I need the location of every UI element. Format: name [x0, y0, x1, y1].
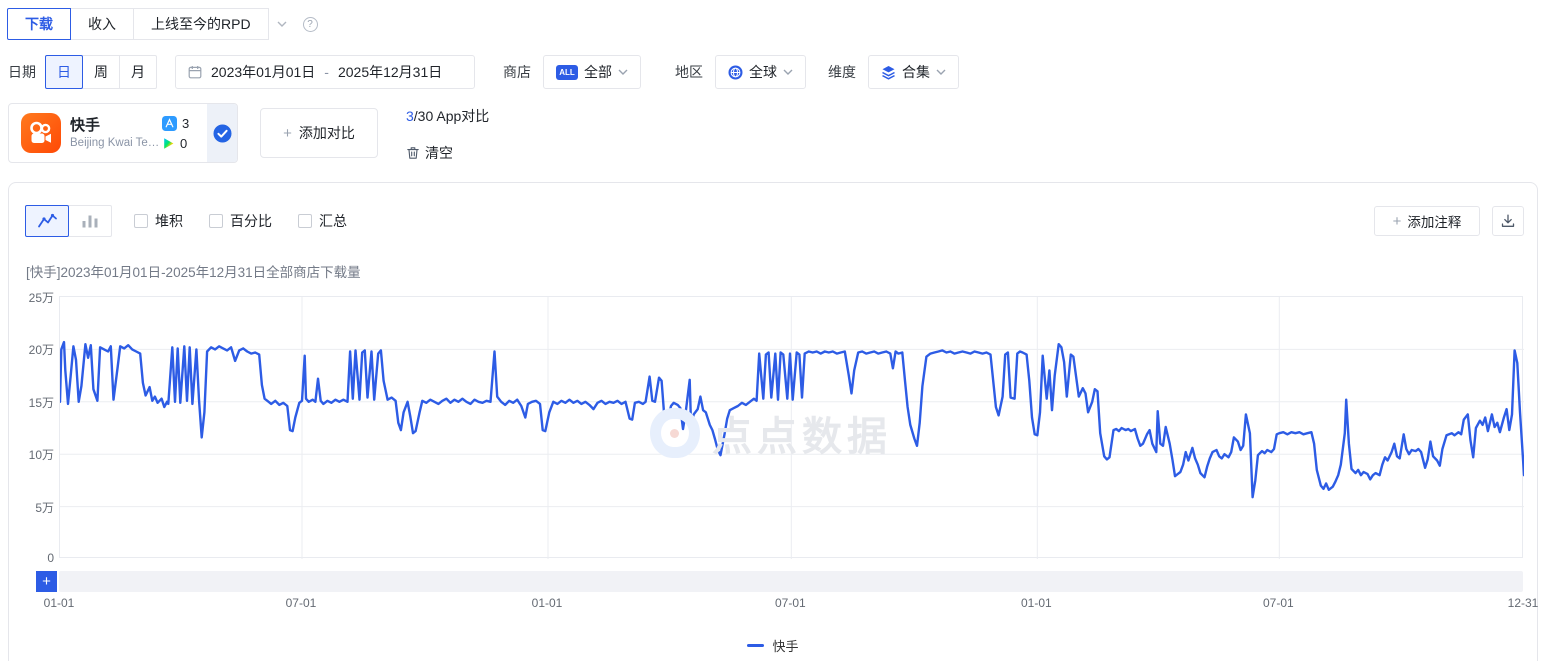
- legend-item-kuaishou[interactable]: 快手: [0, 636, 1546, 655]
- datazoom-slider[interactable]: [59, 571, 1523, 592]
- plus-icon: +: [1393, 213, 1402, 230]
- date-range-end: 2025年12月31日: [338, 62, 442, 82]
- x-axis-tick-label: 01-01: [1021, 596, 1052, 610]
- tab-download[interactable]: 下载: [7, 8, 71, 40]
- granularity-week[interactable]: 周: [82, 55, 120, 89]
- granularity-switch: 日 周 月: [46, 55, 157, 89]
- line-chart-icon: [37, 213, 58, 229]
- kuaishou-app-icon: [21, 113, 61, 153]
- region-value: 全球: [749, 62, 777, 82]
- percent-label: 百分比: [230, 211, 272, 231]
- comparison-counter: 3/30 App对比: [406, 106, 489, 126]
- checkbox-icon: [209, 214, 223, 228]
- x-axis-tick-label: 01-01: [532, 596, 563, 610]
- date-range-picker[interactable]: 2023年01月01日 - 2025年12月31日: [175, 55, 475, 89]
- region-select[interactable]: 全球: [715, 55, 806, 89]
- calendar-icon: [188, 65, 202, 79]
- layers-icon: [881, 65, 896, 80]
- x-axis-tick-label: 12-31: [1508, 596, 1539, 610]
- store-counts: 3 0: [162, 116, 196, 151]
- dimension-label: 维度: [828, 62, 856, 82]
- add-comparison-button[interactable]: + 添加对比: [260, 108, 378, 158]
- tab-revenue[interactable]: 收入: [70, 8, 134, 40]
- granularity-month[interactable]: 月: [119, 55, 157, 89]
- stacked-checkbox[interactable]: 堆积: [134, 211, 183, 231]
- checkbox-icon: [298, 214, 312, 228]
- region-label: 地区: [675, 62, 703, 82]
- chart-option-checkboxes: 堆积 百分比 汇总: [134, 205, 373, 237]
- y-axis-tick-label: 10万: [12, 446, 54, 463]
- date-label: 日期: [8, 62, 36, 82]
- datazoom-add-button[interactable]: +: [36, 571, 57, 592]
- help-icon[interactable]: ?: [303, 17, 318, 32]
- series-line-kuaishou[interactable]: [60, 342, 1524, 497]
- percent-checkbox[interactable]: 百分比: [209, 211, 272, 231]
- store-label: 商店: [503, 62, 531, 82]
- chart-type-switch: [26, 205, 112, 237]
- add-annotation-button[interactable]: + 添加注释: [1374, 206, 1480, 236]
- dimension-select[interactable]: 合集: [868, 55, 959, 89]
- dimension-value: 合集: [902, 62, 930, 82]
- summary-label: 汇总: [319, 211, 347, 231]
- x-axis-tick-label: 07-01: [1263, 596, 1294, 610]
- chevron-down-icon: [618, 69, 628, 75]
- x-axis-tick-label: 07-01: [286, 596, 317, 610]
- chevron-down-icon[interactable]: [277, 21, 287, 27]
- app-info: 快手 Beijing Kwai Tech...: [70, 116, 162, 151]
- line-chart-toggle[interactable]: [25, 205, 69, 237]
- android-count: 0: [180, 136, 187, 151]
- chart-title: [快手]2023年01月01日-2025年12月31日全部商店下载量: [26, 261, 361, 281]
- store-value: 全部: [584, 62, 612, 82]
- y-axis-tick-label: 0: [12, 551, 54, 565]
- ios-count: 3: [182, 116, 189, 131]
- app-name: 快手: [70, 116, 162, 135]
- legend-line-mark: [747, 644, 764, 647]
- stacked-label: 堆积: [155, 211, 183, 231]
- all-stores-badge: ALL: [556, 65, 578, 80]
- date-range-start: 2023年01月01日: [211, 62, 315, 82]
- x-axis-tick-label: 07-01: [775, 596, 806, 610]
- checkbox-icon: [134, 214, 148, 228]
- globe-icon: [728, 65, 743, 80]
- download-chart-button[interactable]: [1492, 206, 1524, 236]
- y-axis-tick-label: 5万: [12, 499, 54, 516]
- y-axis-tick-label: 20万: [12, 341, 54, 358]
- clear-label: 清空: [425, 143, 453, 163]
- clear-comparison-button[interactable]: 清空: [406, 143, 453, 163]
- y-axis-tick-label: 15万: [12, 394, 54, 411]
- diandian-downloads-page: 下载 收入 上线至今的RPD ? 日期 日 周 月 2023年01月01日 - …: [0, 0, 1546, 661]
- app-selected-pane[interactable]: [207, 104, 237, 162]
- x-axis-tick-label: 01-01: [44, 596, 75, 610]
- legend-label: 快手: [772, 636, 798, 655]
- bar-chart-icon: [80, 213, 100, 229]
- add-comparison-label: 添加对比: [299, 123, 355, 143]
- y-axis-tick-label: 25万: [12, 289, 54, 306]
- trash-icon: [406, 146, 420, 160]
- date-range-separator: -: [324, 64, 329, 80]
- store-select[interactable]: ALL 全部: [543, 55, 641, 89]
- chevron-down-icon: [783, 69, 793, 75]
- appstore-icon: [162, 116, 177, 131]
- granularity-day[interactable]: 日: [45, 55, 83, 89]
- app-card-kuaishou[interactable]: 快手 Beijing Kwai Tech... 3 0: [8, 103, 238, 163]
- line-series-svg: [60, 297, 1524, 559]
- check-circle-icon: [213, 124, 232, 143]
- add-annotation-label: 添加注释: [1407, 211, 1461, 231]
- plus-icon: +: [283, 125, 292, 142]
- googleplay-icon: [162, 137, 175, 150]
- summary-checkbox[interactable]: 汇总: [298, 211, 347, 231]
- chevron-down-icon: [936, 69, 946, 75]
- download-icon: [1501, 214, 1515, 228]
- comparison-count: 3: [406, 108, 414, 124]
- comparison-suffix: /30 App对比: [414, 108, 490, 124]
- plot-area: [59, 296, 1523, 558]
- filter-bar: 日期 日 周 月 2023年01月01日 - 2025年12月31日 商店 AL…: [8, 55, 959, 89]
- bar-chart-toggle[interactable]: [68, 205, 112, 237]
- metric-tab-bar: 下载 收入 上线至今的RPD ?: [8, 8, 318, 40]
- tab-rpd[interactable]: 上线至今的RPD: [133, 8, 269, 40]
- app-developer: Beijing Kwai Tech...: [70, 135, 162, 151]
